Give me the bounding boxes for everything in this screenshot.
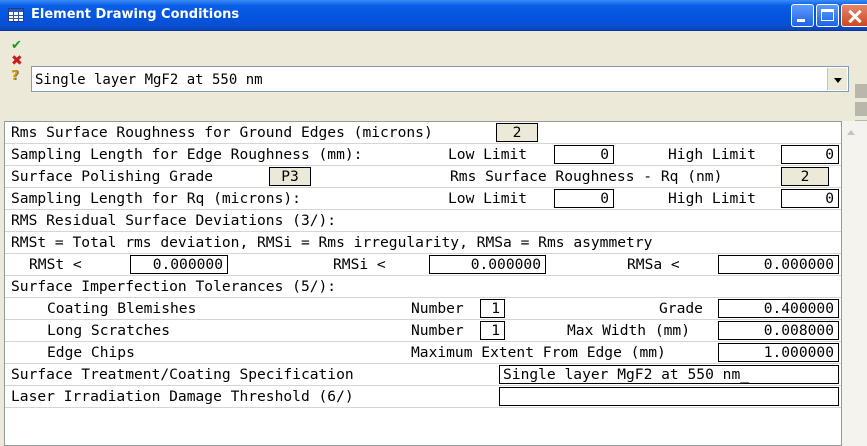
- edge-sampling-label: Sampling Length for Edge Roughness (mm):: [11, 146, 363, 163]
- laser-threshold-field[interactable]: [499, 387, 839, 406]
- edge-low-limit-label: Low Limit: [448, 146, 528, 163]
- scroll-up-arrow-icon[interactable]: [847, 130, 855, 135]
- rq-low-limit-label: Low Limit: [448, 190, 528, 207]
- rmsa-field[interactable]: 0.000000: [718, 255, 839, 274]
- rms-definitions-text: RMSt = Total rms deviation, RMSi = Rms i…: [11, 234, 653, 251]
- rq-high-limit-field[interactable]: 0: [781, 189, 839, 208]
- form-row-imperfection-heading: Surface Imperfection Tolerances (5/):: [5, 276, 841, 298]
- blemish-number-field[interactable]: 1: [480, 299, 505, 318]
- dropdown-arrow-icon[interactable]: [827, 68, 847, 90]
- form-row-polishing: Surface Polishing Grade P3 Rms Surface R…: [5, 166, 841, 188]
- scratch-width-label: Max Width (mm): [567, 322, 691, 339]
- form-row-edge-sampling: Sampling Length for Edge Roughness (mm):…: [5, 144, 841, 166]
- form-row-coating-blemishes: Coating Blemishes Number 1 Grade 0.40000…: [5, 298, 841, 320]
- form-row-ground-edges: Rms Surface Roughness for Ground Edges (…: [5, 122, 841, 144]
- edge-high-limit-field[interactable]: 0: [781, 145, 839, 164]
- blemish-grade-label: Grade: [659, 300, 703, 317]
- form-row-long-scratches: Long Scratches Number 1 Max Width (mm) 0…: [5, 320, 841, 342]
- polishing-grade-field[interactable]: P3: [269, 167, 311, 186]
- chip-extent-field[interactable]: 1.000000: [718, 343, 839, 362]
- blemish-number-label: Number: [411, 300, 464, 317]
- checkmark-icon[interactable]: ✔: [11, 39, 22, 52]
- close-button[interactable]: [841, 4, 867, 27]
- rq-sampling-label: Sampling Length for Rq (microns):: [11, 190, 301, 207]
- coating-spec-field[interactable]: Single layer MgF2 at 550 nm_: [499, 365, 839, 384]
- form-row-edge-chips: Edge Chips Maximum Extent From Edge (mm)…: [5, 342, 841, 364]
- scratch-width-field[interactable]: 0.008000: [718, 321, 839, 340]
- scratch-number-field[interactable]: 1: [480, 321, 505, 340]
- edge-chips-label: Edge Chips: [47, 344, 135, 361]
- cancel-x-icon[interactable]: ✖: [11, 54, 23, 68]
- form-row-rms-values: RMSt < 0.000000 RMSi < 0.000000 RMSa < 0…: [5, 254, 841, 276]
- minimize-button[interactable]: [791, 4, 814, 27]
- rmsi-label: RMSi <: [333, 256, 386, 273]
- rmsa-label: RMSa <: [627, 256, 680, 273]
- form-row-rms-legend: RMSt = Total rms deviation, RMSi = Rms i…: [5, 232, 841, 254]
- long-scratches-label: Long Scratches: [47, 322, 171, 339]
- table-icon: [8, 8, 24, 22]
- coating-spec-label: Surface Treatment/Coating Specification: [11, 366, 354, 383]
- vertical-scrollbar[interactable]: [842, 121, 867, 446]
- rq-roughness-field[interactable]: 2: [781, 167, 829, 186]
- edge-low-limit-field[interactable]: 0: [554, 145, 614, 164]
- help-icon[interactable]: ?: [11, 70, 19, 83]
- ground-edges-label: Rms Surface Roughness for Ground Edges (…: [11, 124, 433, 141]
- form-row-coating-spec: Surface Treatment/Coating Specification …: [5, 364, 841, 386]
- blemish-grade-field[interactable]: 0.400000: [718, 299, 839, 318]
- command-input-text[interactable]: Single layer MgF2 at 550 nm: [35, 72, 263, 88]
- residual-deviations-heading: RMS Residual Surface Deviations (3/):: [11, 212, 337, 229]
- command-bar: ✔ ✖ ? Single layer MgF2 at 550 nm: [0, 31, 867, 134]
- chip-extent-label: Maximum Extent From Edge (mm): [411, 344, 666, 361]
- drawing-conditions-form: Rms Surface Roughness for Ground Edges (…: [4, 121, 842, 446]
- imperfection-tolerances-heading: Surface Imperfection Tolerances (5/):: [11, 278, 337, 295]
- coating-blemishes-label: Coating Blemishes: [47, 300, 197, 317]
- form-row-laser-threshold: Laser Irradiation Damage Threshold (6/): [5, 386, 841, 408]
- form-row-rq-sampling: Sampling Length for Rq (microns): Low Li…: [5, 188, 841, 210]
- edge-high-limit-label: High Limit: [668, 146, 756, 163]
- rq-roughness-label: Rms Surface Roughness - Rq (nm): [450, 168, 723, 185]
- rq-high-limit-label: High Limit: [668, 190, 756, 207]
- rmsi-field[interactable]: 0.000000: [429, 255, 546, 274]
- rmst-field[interactable]: 0.000000: [130, 255, 228, 274]
- polishing-grade-label: Surface Polishing Grade: [11, 168, 214, 185]
- command-combobox[interactable]: Single layer MgF2 at 550 nm: [31, 66, 849, 92]
- toolbar-icon[interactable]: [855, 102, 867, 116]
- ground-edges-roughness-field[interactable]: 2: [496, 123, 538, 142]
- rmst-label: RMSt <: [29, 256, 82, 273]
- window-title: Element Drawing Conditions: [31, 7, 240, 22]
- laser-threshold-label: Laser Irradiation Damage Threshold (6/): [11, 388, 354, 405]
- rq-low-limit-field[interactable]: 0: [554, 189, 614, 208]
- toolbar-icon[interactable]: [855, 84, 867, 98]
- form-row-residual-heading: RMS Residual Surface Deviations (3/):: [5, 210, 841, 232]
- maximize-button[interactable]: [816, 4, 839, 27]
- title-bar[interactable]: Element Drawing Conditions: [0, 0, 867, 31]
- scratch-number-label: Number: [411, 322, 464, 339]
